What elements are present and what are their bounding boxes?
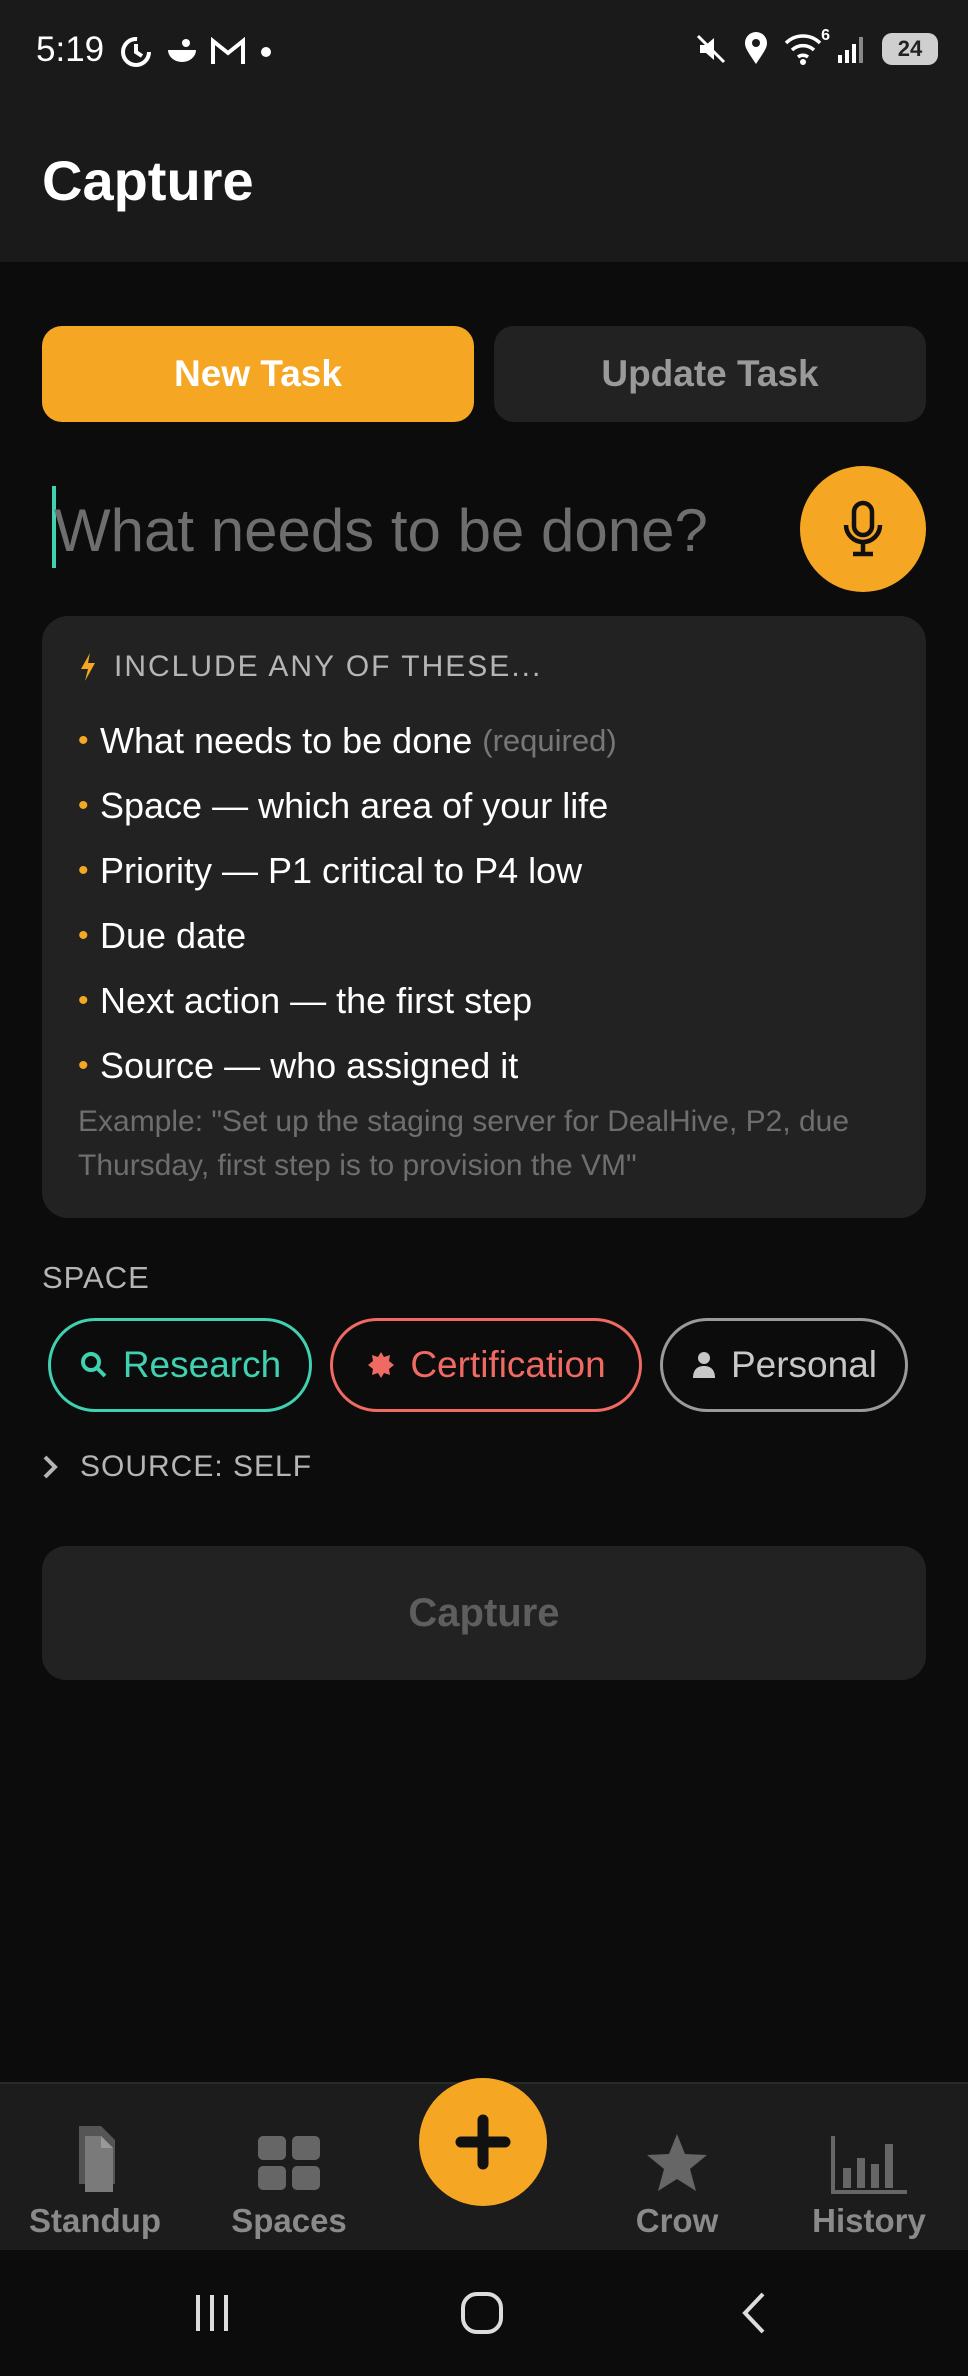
bar-chart-icon [831,2136,907,2194]
home-icon [461,2292,503,2334]
lightning-icon [81,653,95,681]
bullet-icon: • [78,853,89,887]
list-item: • Source — who assigned it [78,1033,617,1098]
add-task-fab[interactable] [419,2078,547,2206]
gmail-icon [211,37,245,64]
bullet-icon: • [78,788,89,822]
status-bar: 5:19 6 24 [0,0,968,110]
nav-item-standup[interactable]: Standup [0,2084,190,2252]
system-icons: 6 24 [694,27,938,66]
nav-label: Spaces [231,2202,347,2239]
list-item: • What needs to be done (required) [78,708,617,773]
hint-note: (required) [482,722,617,758]
chevron-right-icon [43,1455,58,1479]
nav-item-crow[interactable]: Crow [582,2084,772,2252]
hint-text: Due date [100,914,247,956]
hint-list: • What needs to be done (required) • Spa… [78,708,617,1098]
chip-label: Personal [730,1344,878,1385]
plus-icon [455,2114,511,2170]
bowl-icon [168,39,196,62]
voice-input-button[interactable] [800,466,926,592]
home-button[interactable] [442,2278,522,2348]
page-title: Capture [42,149,254,212]
nav-label: Crow [635,2202,719,2239]
person-icon [692,1352,715,1378]
location-icon [745,32,767,64]
hint-text: Space — which area of your life [100,784,609,826]
task-input-container [42,470,774,590]
notification-icons [118,34,276,70]
system-nav-bar [0,2250,968,2376]
hint-text: Source — who assigned it [100,1044,519,1086]
wifi-icon [784,34,822,65]
tab-new-task[interactable]: New Task [42,326,474,422]
space-chip-personal[interactable]: Personal [660,1318,908,1412]
nav-label: Standup [29,2202,161,2239]
bullet-icon: • [78,983,89,1017]
chip-label: Research [122,1344,282,1385]
nav-item-history[interactable]: History [774,2084,964,2252]
recent-apps-button[interactable] [172,2278,252,2348]
grid-icon [258,2136,320,2190]
bullet-icon: • [78,918,89,952]
document-icon [79,2126,115,2192]
space-chip-research[interactable]: Research [48,1318,312,1412]
wifi-badge: 6 [821,27,830,44]
sync-icon [121,37,151,67]
space-chip-certification[interactable]: Certification [330,1318,642,1412]
chip-label: Certification [410,1344,606,1385]
list-item: • Next action — the first step [78,968,617,1033]
hint-example: Example: "Set up the staging server for … [78,1105,850,1182]
list-item: • Due date [78,903,617,968]
mute-icon [696,34,726,64]
hints-heading-text: INCLUDE ANY OF THESE... [114,650,543,683]
star-icon [647,2134,707,2191]
source-toggle[interactable]: SOURCE: SELF [42,1450,312,1484]
back-button[interactable] [714,2278,794,2348]
status-time: 5:19 [36,30,105,69]
nav-label: History [812,2202,926,2239]
capture-button[interactable]: Capture [42,1546,926,1680]
tab-update-task[interactable]: Update Task [494,326,926,422]
hints-card: INCLUDE ANY OF THESE... • What needs to … [42,616,926,1218]
space-label: SPACE [42,1260,150,1295]
source-label: SOURCE: SELF [80,1450,313,1483]
microphone-icon [843,500,883,557]
app-header: Capture [0,110,968,262]
back-icon [742,2292,765,2334]
dot-icon [261,47,271,57]
list-item: • Priority — P1 critical to P4 low [78,838,617,903]
bullet-icon: • [78,1048,89,1082]
nav-item-spaces[interactable]: Spaces [194,2084,384,2252]
badge-icon [368,1352,395,1378]
hint-text: Priority — P1 critical to P4 low [100,849,583,891]
list-item: • Space — which area of your life [78,773,617,838]
recent-apps-icon [196,2295,228,2331]
hints-heading: INCLUDE ANY OF THESE... [78,650,542,684]
signal-icon [838,37,863,63]
task-input[interactable] [54,470,774,590]
search-icon [80,1352,107,1378]
battery-indicator: 24 [882,33,938,65]
bullet-icon: • [78,723,89,757]
hint-text: Next action — the first step [100,979,533,1021]
hint-text: What needs to be done [100,719,473,761]
